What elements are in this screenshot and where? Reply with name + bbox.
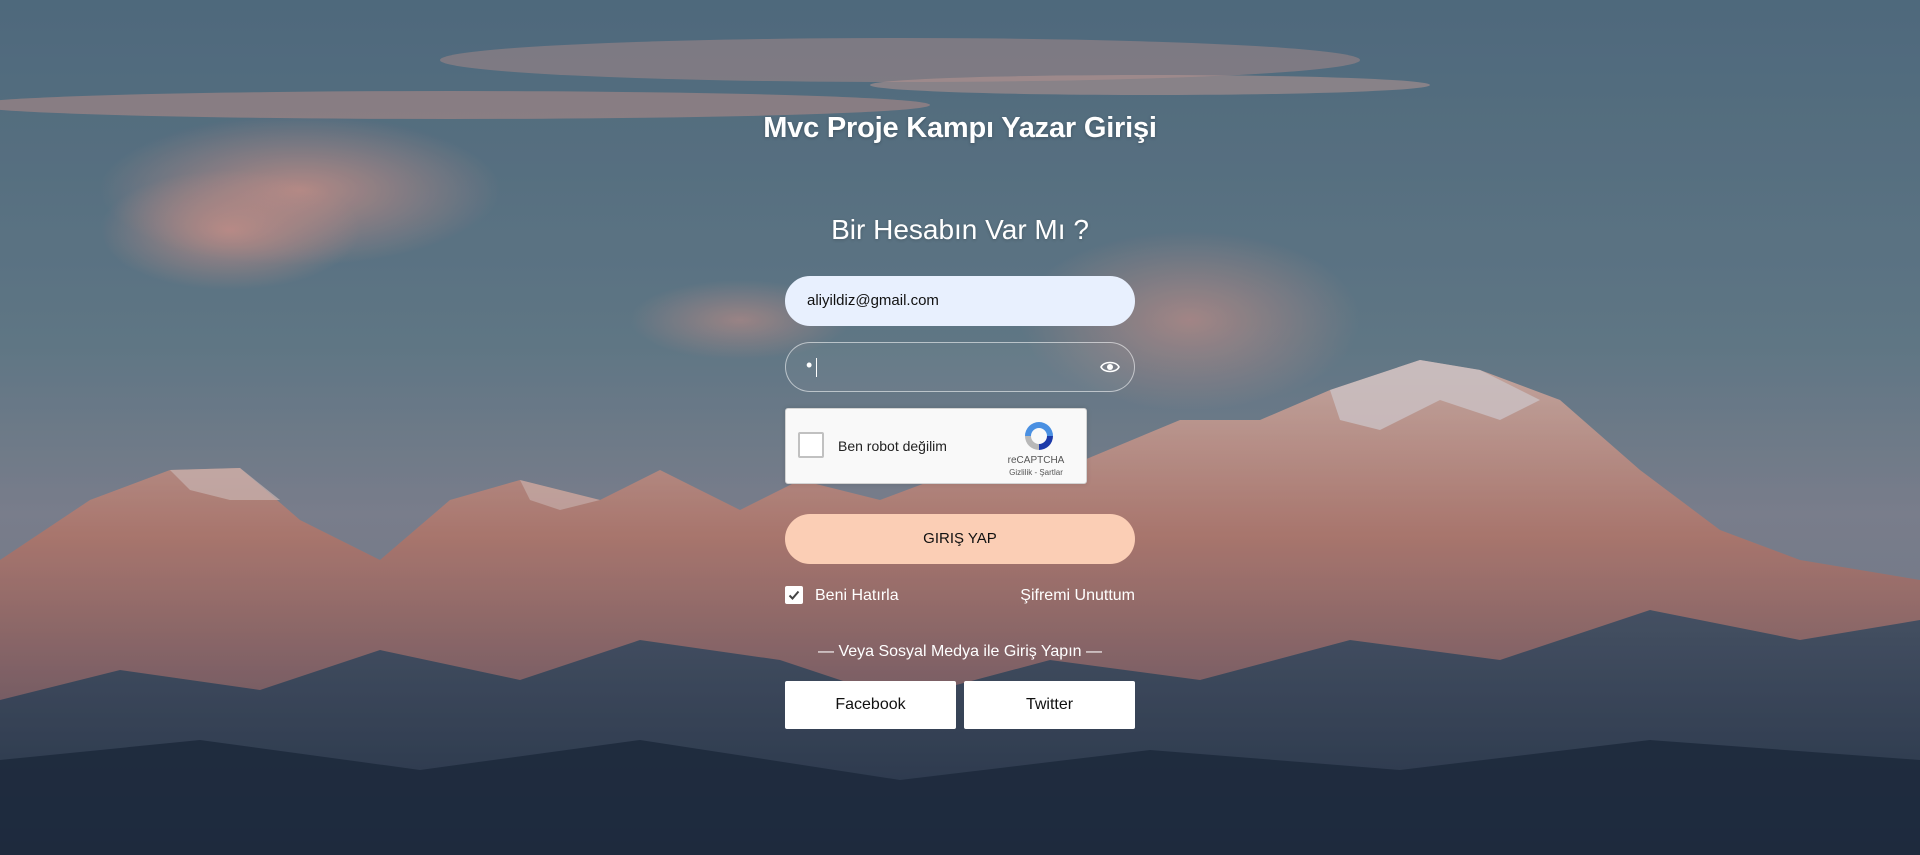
remember-label[interactable]: Beni Hatırla: [815, 587, 899, 605]
email-value: aliyildiz@gmail.com: [807, 292, 939, 309]
facebook-button[interactable]: Facebook: [785, 681, 956, 729]
email-field[interactable]: aliyildiz@gmail.com: [785, 276, 1135, 326]
forgot-password-link[interactable]: Şifremi Unuttum: [1020, 587, 1135, 605]
form-subtitle: Bir Hesabın Var Mı ?: [831, 214, 1089, 245]
login-form: Mvc Proje Kampı Yazar Girişi Bir Hesabın…: [0, 0, 1920, 855]
text-caret: [816, 358, 817, 377]
recaptcha-logo-icon: [1025, 422, 1053, 450]
recaptcha-links[interactable]: Gizlilik - Şartlar: [986, 468, 1086, 477]
recaptcha-widget: Ben robot değilim reCAPTCHA Gizlilik - Ş…: [785, 408, 1087, 484]
checkmark-icon: [788, 590, 800, 600]
recaptcha-label: Ben robot değilim: [838, 438, 947, 454]
page-title: Mvc Proje Kampı Yazar Girişi: [763, 112, 1157, 144]
password-field[interactable]: •: [785, 342, 1135, 392]
login-page: Mvc Proje Kampı Yazar Girişi Bir Hesabın…: [0, 0, 1920, 855]
recaptcha-checkbox[interactable]: [798, 432, 824, 458]
social-divider: — Veya Sosyal Medya ile Giriş Yapın —: [818, 643, 1102, 660]
twitter-button[interactable]: Twitter: [964, 681, 1135, 729]
password-mask: •: [806, 355, 813, 375]
remember-checkbox[interactable]: [785, 586, 803, 604]
login-button[interactable]: GIRIŞ YAP: [785, 514, 1135, 564]
recaptcha-brand: reCAPTCHA: [1007, 455, 1065, 466]
eye-icon[interactable]: [1100, 359, 1120, 375]
